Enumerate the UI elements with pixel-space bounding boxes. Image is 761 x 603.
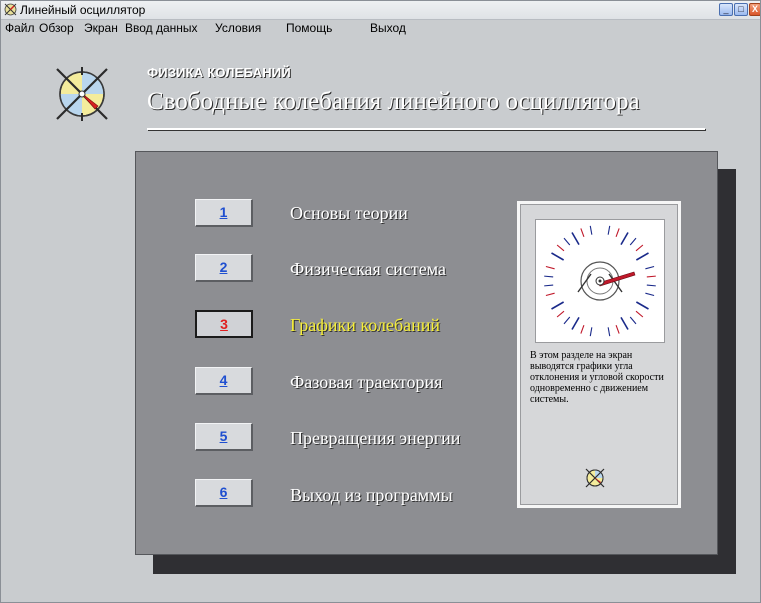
clock-tick [620, 232, 629, 246]
menu-view[interactable]: Обзор [39, 21, 74, 35]
clock-tick [545, 265, 555, 270]
app-icon [4, 3, 17, 16]
nav-button-3[interactable]: 3 [195, 310, 253, 338]
clock-tick [589, 327, 593, 337]
clock-tick [646, 275, 656, 278]
clock-tick [571, 232, 580, 246]
clock-tick [551, 252, 565, 261]
clock-tick [615, 228, 620, 238]
page-title: Свободные колебания линейного осциллятор… [147, 88, 640, 115]
clock-tick [556, 310, 565, 318]
nav-button-5[interactable]: 5 [195, 423, 253, 451]
clock-tick [551, 301, 565, 310]
nav-label-phase[interactable]: Фазовая траектория [290, 372, 442, 393]
clock-tick [635, 252, 649, 261]
info-panel: В этом разделе на экран выводятся график… [517, 201, 681, 508]
window-title: Линейный осциллятор [20, 3, 146, 17]
clock-tick [571, 316, 580, 330]
nav-button-4[interactable]: 4 [195, 367, 253, 395]
menu-file[interactable]: Файл [5, 21, 35, 35]
nav-label-exit[interactable]: Выход из программы [290, 485, 453, 506]
nav-label-energy[interactable]: Превращения энергии [290, 428, 460, 449]
nav-label-system[interactable]: Физическая система [290, 259, 446, 280]
clock-tick [645, 292, 655, 297]
menu-screen[interactable]: Экран [84, 21, 118, 35]
title-bar[interactable]: Линейный осциллятор _ □ X [1, 1, 760, 20]
nav-button-1[interactable]: 1 [195, 199, 253, 227]
maximize-button[interactable]: □ [734, 3, 748, 16]
clock-tick [563, 237, 571, 246]
clock-tick [556, 244, 565, 252]
clock-tick [646, 284, 656, 287]
clock-tick [629, 316, 637, 325]
oscillator-logo-icon [56, 67, 108, 121]
clock-tick [635, 301, 649, 310]
clock-tick [607, 225, 611, 235]
clock-tick [645, 265, 655, 270]
clock-tick [544, 275, 554, 278]
close-button[interactable]: X [749, 3, 760, 16]
nav-button-6[interactable]: 6 [195, 479, 253, 507]
clock-tick [635, 310, 644, 318]
clock-tick [589, 225, 593, 235]
clock-tick [544, 284, 554, 287]
minimize-button[interactable]: _ [719, 3, 733, 16]
clock-tick [615, 324, 620, 334]
clock-tick [563, 316, 571, 325]
nav-label-graphs[interactable]: Графики колебаний [290, 315, 440, 336]
menu-exit[interactable]: Выход [370, 21, 406, 35]
title-underline [147, 128, 705, 130]
info-description: В этом разделе на экран выводятся график… [530, 350, 664, 405]
nav-label-theory[interactable]: Основы теории [290, 203, 408, 224]
clock-tick [607, 327, 611, 337]
app-window: Линейный осциллятор _ □ X Файл Обзор Экр… [0, 0, 761, 603]
clock-tick [635, 244, 644, 252]
clock-dial-icon [535, 219, 665, 343]
clock-tick [580, 324, 585, 334]
menu-bar: Файл Обзор Экран Ввод данных Условия Пом… [1, 19, 760, 37]
nav-button-2[interactable]: 2 [195, 254, 253, 282]
menu-help[interactable]: Помощь [286, 21, 332, 35]
oscillator-mini-icon [585, 468, 605, 488]
clock-tick [580, 228, 585, 238]
clock-tick [629, 237, 637, 246]
clock-tick [620, 316, 629, 330]
header-subtitle: ФИЗИКА КОЛЕБАНИЙ [147, 65, 291, 80]
clock-tick [545, 292, 555, 297]
menu-conditions[interactable]: Условия [215, 21, 261, 35]
menu-data-input[interactable]: Ввод данных [125, 21, 198, 35]
